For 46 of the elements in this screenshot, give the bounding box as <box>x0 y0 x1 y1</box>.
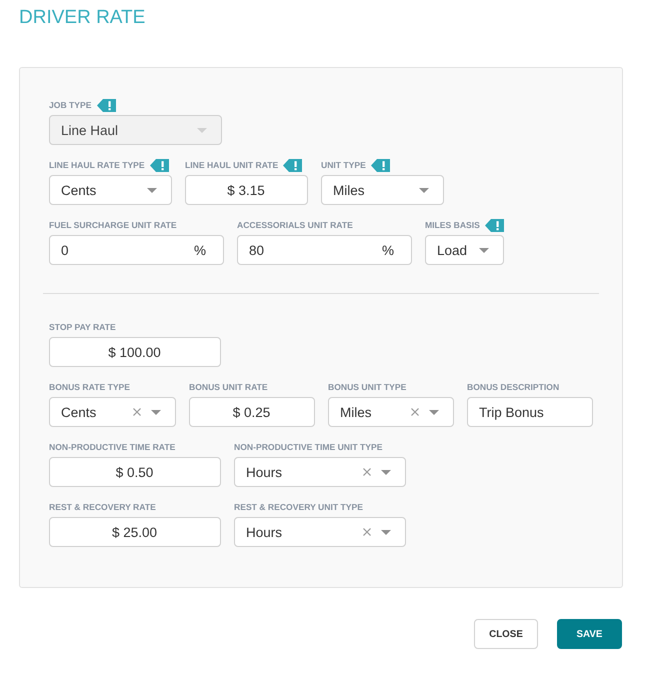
field-label: FUEL SURCHARGE UNIT RATE <box>49 219 177 232</box>
caret-icon <box>479 248 489 252</box>
clear-icon[interactable] <box>363 468 371 476</box>
field-label: LINE HAUL UNIT RATE <box>185 159 278 172</box>
caret-icon <box>147 188 157 192</box>
dropdown[interactable]: Load <box>425 235 504 265</box>
caret-icon <box>429 410 439 414</box>
dropdown[interactable]: Cents <box>49 175 172 205</box>
input-field[interactable]: Trip Bonus <box>467 397 593 427</box>
caret-icon <box>151 410 161 414</box>
close-button[interactable]: CLOSE <box>474 619 538 649</box>
input-field[interactable]: $ 0.25 <box>189 397 315 427</box>
field-label: BONUS UNIT TYPE <box>328 381 406 394</box>
field-label: ACCESSORIALS UNIT RATE <box>237 219 353 232</box>
field-label: NON-PRODUCTIVE TIME RATE <box>49 441 176 454</box>
dropdown[interactable]: Hours <box>234 457 406 487</box>
field-label: BONUS DESCRIPTION <box>467 381 560 394</box>
input-field[interactable]: $ 3.15 <box>185 175 308 205</box>
dropdown[interactable]: Miles <box>321 175 444 205</box>
dropdown[interactable]: Miles <box>328 397 454 427</box>
field-label: BONUS RATE TYPE <box>49 381 130 394</box>
field-label: MILES BASIS <box>425 219 480 232</box>
input-field[interactable]: 0 % <box>49 235 224 265</box>
field-label: JOB TYPE <box>49 99 92 112</box>
clear-icon[interactable] <box>363 528 371 536</box>
field-label: NON-PRODUCTIVE TIME UNIT TYPE <box>234 441 382 454</box>
field-label: BONUS UNIT RATE <box>189 381 268 394</box>
input-field[interactable]: 80 % <box>237 235 412 265</box>
input-field[interactable]: $ 100.00 <box>49 337 221 367</box>
field-label: UNIT TYPE <box>321 159 366 172</box>
caret-icon <box>381 530 391 534</box>
field-label: REST & RECOVERY UNIT TYPE <box>234 501 363 514</box>
caret-icon <box>381 470 391 474</box>
field-label: REST & RECOVERY RATE <box>49 501 156 514</box>
caret-icon <box>197 128 207 132</box>
input-field[interactable]: $ 0.50 <box>49 457 221 487</box>
dialog-title: DRIVER RATE <box>19 6 146 30</box>
field-label: LINE HAUL RATE TYPE <box>49 159 145 172</box>
caret-icon <box>419 188 429 192</box>
input-field[interactable]: $ 25.00 <box>49 517 221 547</box>
clear-icon[interactable] <box>133 408 141 416</box>
dropdown[interactable]: Cents <box>49 397 176 427</box>
field-label: STOP PAY RATE <box>49 321 116 334</box>
dropdown[interactable]: Hours <box>234 517 406 547</box>
clear-icon[interactable] <box>411 408 419 416</box>
save-button[interactable]: SAVE <box>557 619 622 649</box>
